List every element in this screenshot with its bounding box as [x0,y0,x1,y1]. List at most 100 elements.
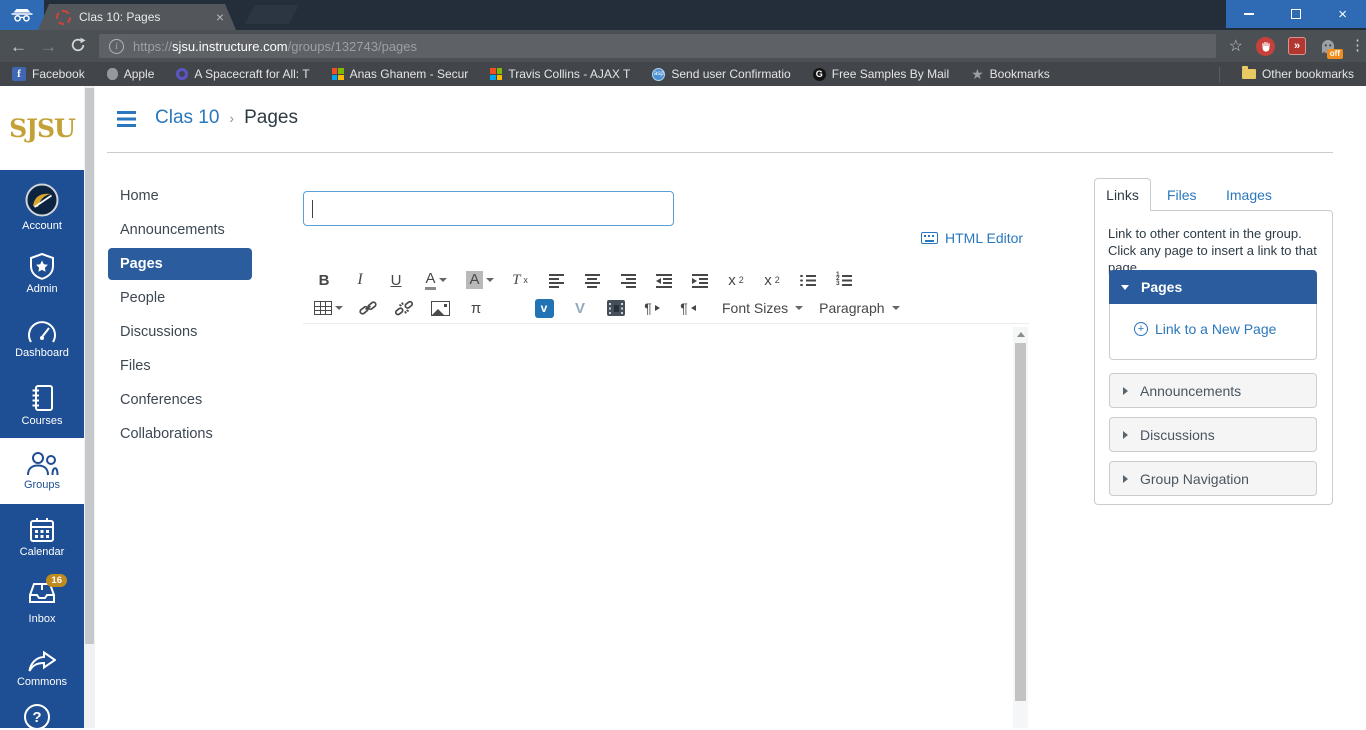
superscript-button[interactable]: x2 [718,267,754,293]
browser-tab[interactable]: Clas 10: Pages × [38,4,236,30]
outdent-button[interactable] [646,267,682,293]
accordion-pages-header[interactable]: Pages [1109,270,1317,304]
italic-button[interactable]: I [342,267,378,293]
bookmark-item[interactable]: fFacebook [12,67,85,81]
accordion-discussions[interactable]: Discussions [1109,417,1317,452]
address-bar[interactable]: i https://sjsu.instructure.com/groups/13… [99,34,1216,58]
tab-files[interactable]: Files [1167,187,1197,203]
accordion-group-navigation[interactable]: Group Navigation [1109,461,1317,496]
bold-button[interactable]: B [306,267,342,293]
course-nav-conferences[interactable]: Conferences [108,384,252,416]
nav-account[interactable]: Account [0,174,84,240]
tab-close-icon[interactable]: × [216,10,224,24]
bookmark-item[interactable]: Free Samples By Mail [813,67,949,81]
course-nav-pages[interactable]: Pages [108,248,252,280]
underline-button[interactable]: U [378,267,414,293]
ghostery-extension-icon[interactable]: off [1319,37,1337,55]
chevron-down-icon [335,306,343,310]
course-nav-announcements[interactable]: Announcements [108,214,252,246]
align-left-button[interactable] [538,267,574,293]
keyboard-icon [921,232,938,244]
html-editor-link[interactable]: HTML Editor [921,230,1023,246]
close-button[interactable]: × [1319,0,1366,28]
other-bookmarks-button[interactable]: Other bookmarks [1242,67,1354,81]
clear-formatting-button[interactable]: Tx [502,267,538,293]
ring-icon [176,68,188,80]
restore-button[interactable] [1273,0,1320,28]
numbered-list-button[interactable] [826,267,862,293]
nav-commons[interactable]: Commons [0,636,84,702]
tab-links[interactable]: Links [1094,178,1151,211]
course-nav-home[interactable]: Home [108,180,252,212]
bookmark-item[interactable]: ★Bookmarks [971,67,1050,81]
paragraph-dropdown[interactable]: Paragraph [819,300,899,316]
hamburger-menu-icon[interactable] [117,111,136,127]
editor-scrollbar[interactable] [1013,327,1028,728]
link-button[interactable] [350,295,386,321]
accordion-announcements[interactable]: Announcements [1109,373,1317,408]
breadcrumb-course-link[interactable]: Clas 10 [155,107,219,129]
nav-scrollbar[interactable] [84,86,95,728]
text-color-button[interactable]: A [414,267,458,293]
restore-icon [1291,9,1301,19]
tab-title: Clas 10: Pages [79,10,208,24]
nav-admin[interactable]: Admin [0,240,84,306]
outdent-icon [656,273,672,288]
align-right-button[interactable] [610,267,646,293]
ltr-button[interactable]: ¶ [634,295,670,321]
nav-calendar[interactable]: Calendar [0,504,84,570]
numbered-list-icon [836,274,852,287]
chevron-down-icon [795,306,803,310]
nav-inbox[interactable]: 16 Inbox [0,570,84,636]
editor-scrollbar-thumb[interactable] [1015,343,1026,701]
back-icon[interactable]: ← [10,38,27,55]
bullet-list-button[interactable] [790,267,826,293]
video-button[interactable] [598,295,634,321]
rtl-button[interactable]: ¶ [670,295,706,321]
nav-courses[interactable]: Courses [0,372,84,438]
equation-button[interactable]: π [458,295,494,321]
page-info-icon[interactable]: i [109,39,124,54]
course-nav-collaborations[interactable]: Collaborations [108,418,252,450]
scroll-up-icon[interactable] [1017,332,1025,337]
page-title-input[interactable] [303,191,674,226]
course-nav-people[interactable]: People [108,282,252,314]
v-media-button[interactable]: V [562,295,598,321]
bookmark-item[interactable]: Apple [107,67,155,81]
nav-scrollbar-thumb[interactable] [85,88,94,644]
bookmark-item[interactable]: Send user Confirmatio [652,67,790,81]
nav-groups[interactable]: Groups [0,438,84,504]
refresh-icon[interactable] [70,37,86,56]
bookmark-item[interactable]: Travis Collins - AJAX T [490,67,630,81]
forward-icon[interactable]: → [40,38,57,55]
subscript-button[interactable]: x2 [754,267,790,293]
background-color-button[interactable]: A [458,267,502,293]
new-tab-button[interactable] [245,5,299,24]
windows-icon [490,68,502,80]
image-button[interactable] [422,295,458,321]
indent-button[interactable] [682,267,718,293]
table-button[interactable] [306,295,350,321]
minimize-button[interactable] [1226,0,1273,28]
bookmark-item[interactable]: A Spacecraft for All: T [176,67,309,81]
link-to-new-page[interactable]: Link to a New Page [1134,321,1316,337]
bookmark-item[interactable]: Anas Ghanem - Secur [332,67,469,81]
url-text[interactable]: https://sjsu.instructure.com/groups/1327… [133,39,417,54]
bookmark-star-icon[interactable]: ☆ [1229,36,1243,56]
fastforward-extension-icon[interactable]: » [1288,37,1306,55]
align-center-button[interactable] [574,267,610,293]
unlink-button[interactable] [386,295,422,321]
adblock-extension-icon[interactable] [1256,37,1275,56]
help-icon[interactable]: ? [24,704,50,730]
course-nav-files[interactable]: Files [108,350,252,382]
bookmarks-divider [1219,67,1220,82]
course-nav-discussions[interactable]: Discussions [108,316,252,348]
vimeo-button[interactable]: v [526,295,562,321]
tab-images[interactable]: Images [1226,187,1272,203]
rte-editor-body[interactable] [303,323,1029,729]
bookmarks-bar: fFacebook Apple A Spacecraft for All: T … [0,62,1366,86]
browser-menu-icon[interactable]: ⋮ [1350,44,1356,48]
nav-dashboard[interactable]: Dashboard [0,306,84,372]
sjsu-logo[interactable]: SJSU [0,86,84,170]
font-sizes-dropdown[interactable]: Font Sizes [722,300,803,316]
